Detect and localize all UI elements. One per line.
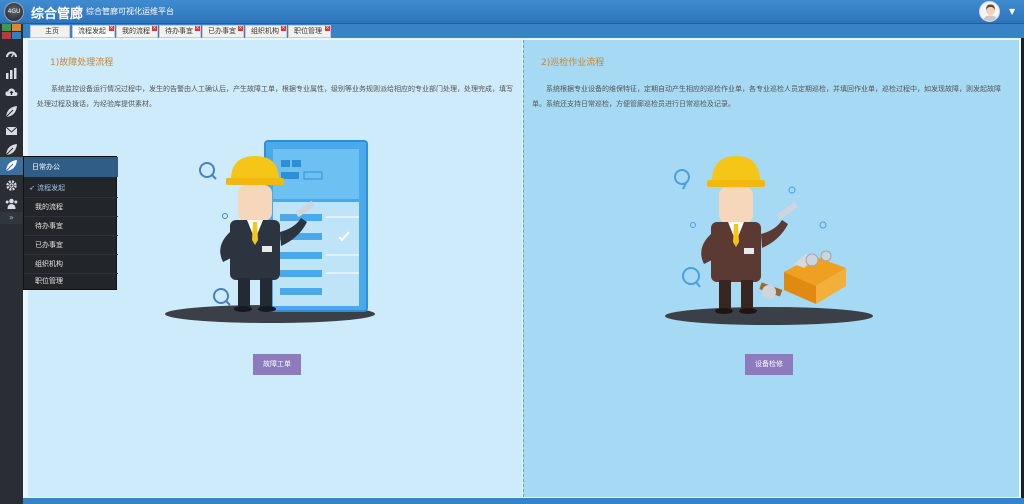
tab-label: 组织机构 — [251, 27, 279, 35]
equipment-repair-button[interactable]: 设备检修 — [745, 354, 793, 375]
flyout-item-my-process[interactable]: 我的流程 — [24, 198, 118, 217]
tab-label: 流程发起 — [78, 27, 106, 35]
tab-label: 主页 — [45, 27, 59, 35]
cloud-upload-icon[interactable] — [5, 86, 18, 99]
engineer-tablet-illustration — [165, 140, 375, 323]
envelope-icon[interactable] — [5, 124, 18, 137]
panel-description: 系统根据专业设备的维保特征，定期自动产生相应的巡检作业单，各专业巡检人员定期巡检… — [532, 85, 1001, 108]
tab-label: 待办事宜 — [165, 27, 193, 35]
theme-tile-blue[interactable] — [12, 32, 21, 39]
theme-tile-green[interactable] — [2, 24, 11, 31]
panel-description: 系统监控设备运行情况过程中，发生的告警由人工确认后，产生故障工单，根据专业属性，… — [37, 85, 513, 108]
title-separator: | — [77, 4, 82, 18]
footer-bar — [23, 498, 1024, 504]
tab-done[interactable]: 已办事宜 × — [202, 25, 244, 38]
tab-my-process[interactable]: 我的流程 × — [116, 25, 158, 38]
leaf-icon[interactable] — [5, 143, 18, 156]
close-icon[interactable]: × — [195, 26, 200, 31]
leaf-icon[interactable] — [5, 105, 18, 118]
tab-home[interactable]: 主页 — [30, 25, 70, 38]
leaf-icon: ➶ — [29, 184, 35, 192]
users-icon[interactable] — [5, 197, 18, 210]
close-icon[interactable]: × — [325, 26, 330, 31]
fault-work-order-button[interactable]: 故障工单 — [253, 354, 301, 375]
main-content: 1)故障处理流程 系统监控设备运行情况过程中，发生的告警由人工确认后，产生故障工… — [23, 38, 1021, 498]
daily-office-flyout-menu: 日常办公 ➶ 流程发起 我的流程 待办事宜 已办事宜 组织机构 职位管理 — [23, 156, 118, 291]
tab-start-process[interactable]: 流程发起 × — [72, 25, 115, 38]
tab-todo[interactable]: 待办事宜 × — [159, 25, 201, 38]
top-header: 4GU 综合管廊 | 综合管廊可视化运维平台 ▼ — [0, 0, 1024, 24]
tab-label: 已办事宜 — [208, 27, 236, 35]
tab-label: 我的流程 — [122, 27, 150, 35]
leaf-icon[interactable] — [0, 157, 23, 175]
tab-organization[interactable]: 组织机构 × — [245, 25, 287, 38]
theme-tile-orange[interactable] — [12, 24, 21, 31]
close-icon[interactable]: × — [281, 26, 286, 31]
engineer-toolbox-illustration — [665, 156, 873, 325]
theme-color-tiles[interactable] — [2, 24, 22, 41]
theme-tile-red[interactable] — [2, 32, 11, 39]
panel-title: 2)巡检作业流程 — [541, 58, 605, 68]
user-menu-caret-icon[interactable]: ▼ — [1009, 7, 1015, 16]
flyout-item-todo[interactable]: 待办事宜 — [24, 217, 118, 236]
flyout-item-done[interactable]: 已办事宜 — [24, 236, 118, 255]
bar-chart-icon[interactable] — [5, 67, 18, 80]
expand-sidebar-icon[interactable]: » — [0, 212, 23, 224]
tab-bar: 主页 流程发起 × 我的流程 × 待办事宜 × 已办事宜 × 组织机构 × 职位… — [23, 24, 1024, 38]
app-title: 综合管廊 — [31, 7, 84, 22]
flyout-item-start-process[interactable]: ➶ 流程发起 — [24, 179, 118, 198]
close-icon[interactable]: × — [152, 26, 157, 31]
close-icon[interactable]: × — [109, 26, 114, 31]
flyout-item-label: 流程发起 — [37, 184, 66, 192]
user-avatar[interactable] — [979, 1, 1000, 22]
gear-icon[interactable] — [5, 179, 18, 192]
flyout-title: 日常办公 — [24, 157, 118, 177]
tab-positions[interactable]: 职位管理 × — [288, 25, 331, 38]
close-icon[interactable]: × — [238, 26, 243, 31]
flyout-item-positions[interactable]: 职位管理 — [24, 272, 118, 291]
app-logo: 4GU — [4, 2, 24, 22]
dashboard-icon[interactable] — [5, 48, 18, 61]
panel-title: 1)故障处理流程 — [50, 58, 114, 68]
app-subtitle: 综合管廊可视化运维平台 — [86, 7, 174, 16]
inspection-process-panel: 2)巡检作业流程 系统根据专业设备的维保特征，定期自动产生相应的巡检作业单，各专… — [523, 40, 1019, 497]
tab-label: 职位管理 — [294, 27, 322, 35]
